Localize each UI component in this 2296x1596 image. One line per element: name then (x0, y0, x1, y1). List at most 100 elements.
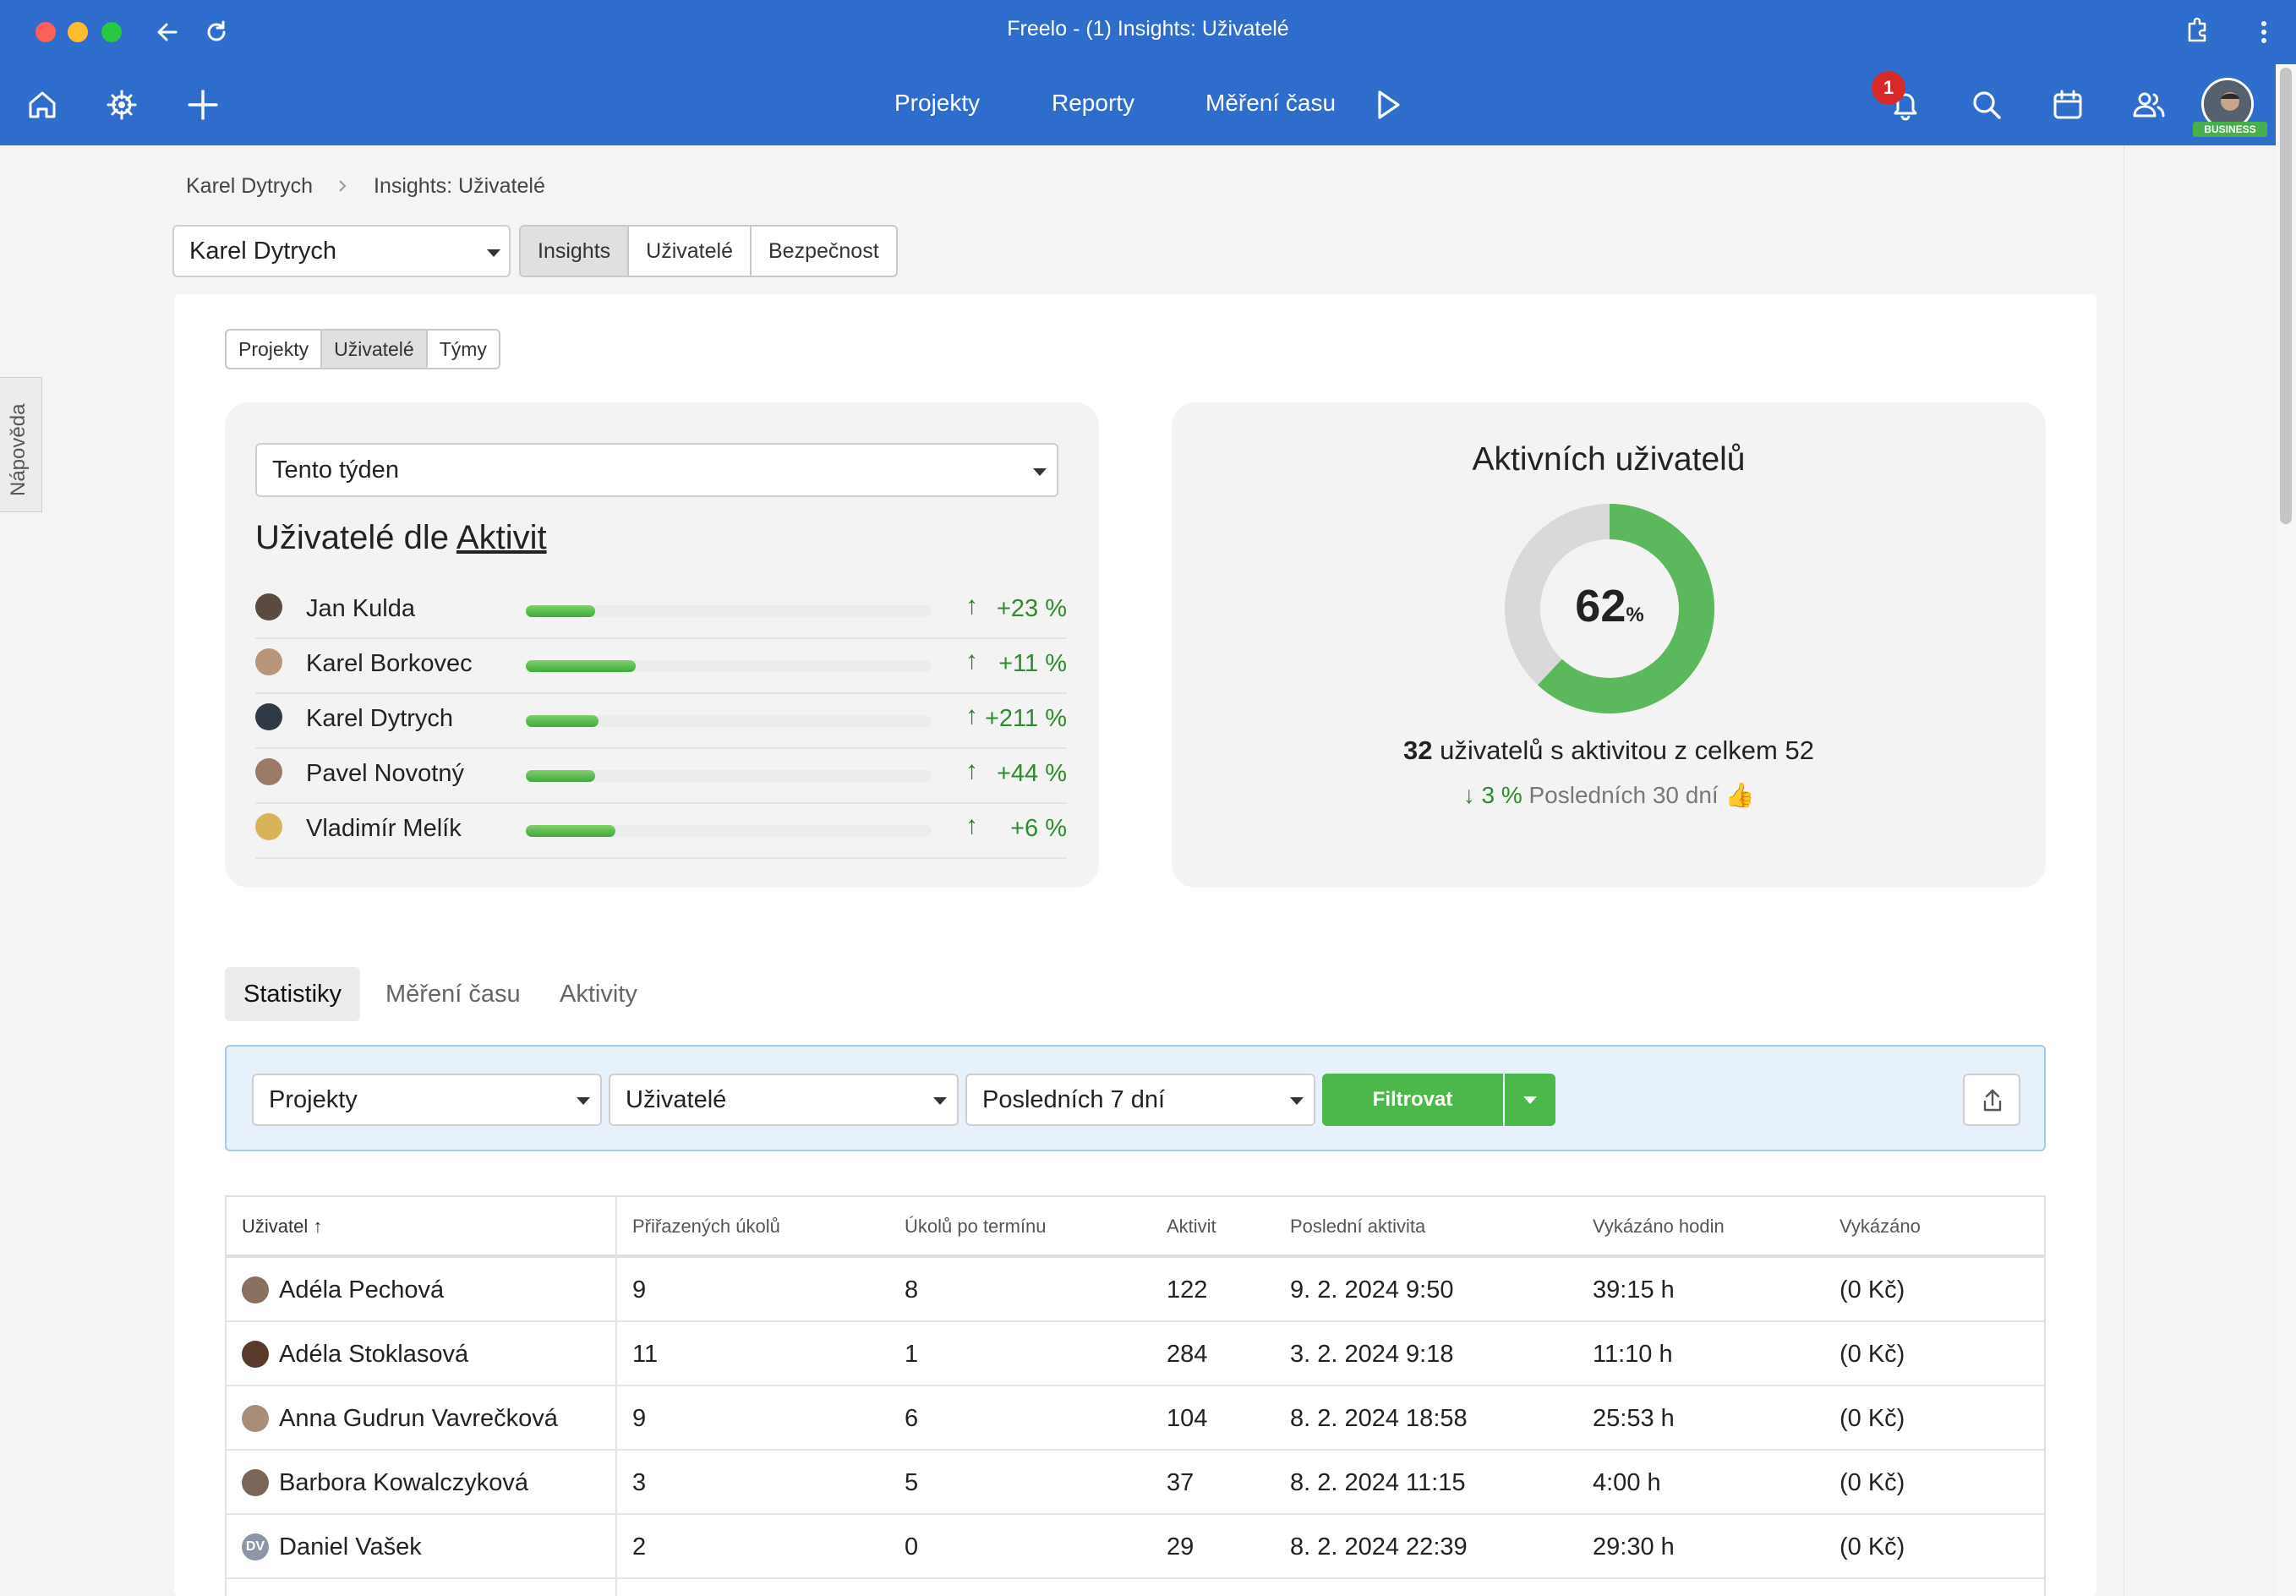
activity-title-prefix: Uživatelé dle (255, 519, 450, 556)
period-select-value: Tento týden (272, 456, 399, 484)
main-tabs: Insights Uživatelé Bezpečnost (519, 225, 898, 277)
col-header-aktivit[interactable]: Aktivit (1151, 1197, 1216, 1256)
calendar-icon[interactable] (2049, 86, 2086, 123)
help-tab[interactable]: Nápověda (0, 377, 42, 512)
activity-panel-title: Uživatelé dle Aktivit (255, 519, 547, 557)
col-header-uzivatel[interactable]: Uživatel ↑ (227, 1197, 322, 1256)
cell-last: 8. 2. 2024 22:39 (1290, 1533, 1468, 1560)
tab-uzivatele[interactable]: Uživatelé (629, 227, 752, 276)
tab-aktivity[interactable]: Aktivity (541, 967, 656, 1021)
breadcrumb-current: Insights: Uživatelé (374, 174, 545, 198)
trend-value: 3 % (1481, 782, 1522, 808)
activity-bar-track (526, 770, 932, 782)
breadcrumb-workspace[interactable]: Karel Dytrych (186, 174, 313, 199)
col-header-ukolu-po-terminu[interactable]: Úkolů po termínu (889, 1197, 1047, 1256)
subtab-uzivatele[interactable]: Uživatelé (322, 331, 428, 368)
scrollbar-thumb[interactable] (2280, 68, 2292, 524)
user-stats-table: Uživatel ↑ Přiřazených úkolů Úkolů po te… (225, 1195, 2046, 1596)
cell-name[interactable]: Daniel Vašek (264, 1515, 422, 1579)
window-title: Freelo - (1) Insights: Uživatelé (1007, 17, 1289, 41)
settings-wheel-icon[interactable] (103, 86, 140, 123)
col-header-posledni-aktivita[interactable]: Poslední aktivita (1275, 1197, 1425, 1256)
workspace-select-value: Karel Dytrych (189, 238, 337, 265)
chevron-down-icon (1523, 1096, 1537, 1104)
cell-hours: 11:10 h (1593, 1341, 1673, 1368)
col-header-vykazano-hodin[interactable]: Vykázáno hodin (1577, 1197, 1725, 1256)
cell-activities: 29 (1167, 1533, 1194, 1560)
help-tab-label: Nápověda (7, 403, 30, 496)
col-header-vykazano[interactable]: Vykázáno (1824, 1197, 1921, 1256)
cell-overdue: 0 (905, 1533, 919, 1560)
table-row[interactable]: Barbora Kowalczyková 3 5 37 8. 2. 2024 11:15… (227, 1451, 2044, 1515)
period-filter-value: Posledních 7 dní (982, 1086, 1166, 1113)
projects-filter-select[interactable]: Projekty (252, 1074, 602, 1126)
period-filter-select[interactable]: Posledních 7 dní (965, 1074, 1315, 1126)
cell-activities: 104 (1167, 1405, 1208, 1432)
active-percent-value: 62 (1575, 581, 1626, 631)
cell-name[interactable]: Adéla Stoklasová (264, 1322, 468, 1386)
filter-button[interactable]: Filtrovat (1322, 1074, 1503, 1126)
activity-bar-track (526, 715, 932, 727)
table-row[interactable]: Anna Gudrun Vavrečková 9 6 104 8. 2. 2024 18… (227, 1386, 2044, 1451)
trend-up-arrow-icon: ↑ (965, 647, 978, 675)
tab-insights[interactable]: Insights (521, 227, 630, 276)
table-row[interactable]: DV Daniel Vašek 2 0 29 8. 2. 2024 22:39 29:30 … (227, 1515, 2044, 1579)
cell-assigned: 9 (632, 1276, 647, 1304)
workspace-select[interactable]: Karel Dytrych (172, 225, 511, 277)
trend-up-arrow-icon: ↑ (965, 757, 978, 784)
breadcrumb-chevron-icon (339, 180, 347, 192)
active-users-title: Aktivních uživatelů (1472, 441, 1746, 478)
export-button[interactable] (1963, 1074, 2020, 1126)
window-titlebar: Freelo - (1) Insights: Uživatelé (0, 0, 2296, 64)
activity-title-link[interactable]: Aktivit (456, 519, 547, 556)
activity-user-name[interactable]: Karel Dytrych (306, 705, 453, 733)
cell-name[interactable]: Barbora Kowalczyková (264, 1451, 528, 1515)
activity-user-row: Karel Borkovec ↑ +11 % (255, 638, 1067, 694)
cell-last: 9. 2. 2024 9:50 (1290, 1276, 1454, 1304)
subtab-projekty[interactable]: Projekty (227, 331, 323, 368)
activity-user-name[interactable]: Vladimír Melík (306, 815, 462, 843)
nav-mereni-casu[interactable]: Měření času (1205, 90, 1336, 117)
insight-sub-tabs: Projekty Uživatelé Týmy (225, 329, 500, 369)
table-row[interactable]: Adéla Stoklasová 11 1 284 3. 2. 2024 9:18 11:… (227, 1322, 2044, 1386)
trend-up-arrow-icon: ↑ (965, 592, 978, 620)
period-select[interactable]: Tento týden (255, 443, 1058, 497)
cell-assigned: 11 (632, 1341, 659, 1368)
nav-reporty[interactable]: Reporty (1052, 90, 1134, 117)
tab-bezpecnost[interactable]: Bezpečnost (752, 227, 896, 276)
more-vertical-icon[interactable] (2252, 17, 2276, 47)
cell-name[interactable]: Adéla Pechová (264, 1258, 444, 1322)
search-icon[interactable] (1968, 86, 2005, 123)
subtab-tymy[interactable]: Týmy (428, 331, 499, 368)
activity-user-row: Karel Dytrych ↑ +211 % (255, 693, 1067, 749)
activity-bar-track (526, 660, 932, 672)
donut-center-label: 62% (1503, 580, 1716, 632)
activity-user-name[interactable]: Karel Borkovec (306, 650, 473, 678)
add-icon[interactable] (184, 86, 221, 123)
table-row[interactable]: Adéla Pechová 9 8 122 9. 2. 2024 9:50 39:15 h… (227, 1258, 2044, 1322)
cell-hours: 4:00 h (1593, 1469, 1661, 1496)
activity-user-name[interactable]: Pavel Novotný (306, 760, 464, 788)
plan-badge: BUSINESS (2193, 122, 2267, 137)
activity-bar-track (526, 605, 932, 617)
users-filter-select[interactable]: Uživatelé (609, 1074, 959, 1126)
filter-options-button[interactable] (1505, 1074, 1555, 1126)
play-timer-icon[interactable] (1373, 88, 1403, 122)
extensions-icon[interactable] (2183, 15, 2213, 46)
activity-bar-fill (526, 605, 595, 617)
active-users-count: 32 (1403, 735, 1433, 765)
activity-user-name[interactable]: Jan Kulda (306, 595, 415, 623)
chevron-down-icon (487, 249, 500, 257)
col-header-prirazenych-ukolu[interactable]: Přiřazených úkolů (617, 1197, 780, 1256)
home-icon[interactable] (24, 86, 61, 123)
trend-label: Posledních 30 dní 👍 (1528, 782, 1755, 808)
nav-projekty[interactable]: Projekty (894, 90, 980, 117)
users-icon[interactable] (2130, 86, 2168, 123)
cell-hours: 39:15 h (1593, 1276, 1675, 1304)
share-upload-icon (1983, 1089, 2002, 1112)
tab-mereni-casu[interactable]: Měření času (367, 967, 539, 1021)
cell-name[interactable]: Anna Gudrun Vavrečková (264, 1386, 558, 1451)
tab-statistiky[interactable]: Statistiky (225, 967, 361, 1021)
filter-bar: Projekty Uživatelé Posledních 7 dní Filt… (225, 1045, 2046, 1151)
cell-assigned: 9 (632, 1405, 647, 1432)
